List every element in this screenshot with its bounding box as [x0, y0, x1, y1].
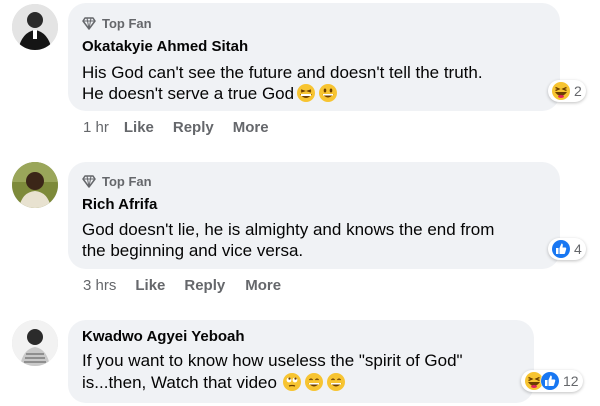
badge-label: Top Fan: [102, 16, 152, 31]
reply-button[interactable]: Reply: [184, 277, 225, 294]
comment-text-line: the beginning and vice versa.: [82, 241, 304, 260]
comment-text-line: God doesn't lie, he is almighty and know…: [82, 220, 495, 239]
reaction-summary[interactable]: 2: [548, 80, 586, 102]
grinning-emoji: [318, 83, 338, 103]
comment-text-line: His God can't see the future and doesn't…: [82, 63, 483, 82]
comment-bubble: Top Fan Rich Afrifa God doesn't lie, he …: [68, 162, 560, 269]
diamond-icon: [82, 17, 96, 30]
comment-author[interactable]: Okatakyie Ahmed Sitah: [82, 38, 248, 55]
more-button[interactable]: More: [233, 119, 269, 136]
comment-text-line-wrap: He doesn't serve a true God: [82, 83, 338, 104]
diamond-icon: [82, 175, 96, 188]
comment-actions: 1 hr Like Reply More: [83, 119, 269, 136]
timestamp[interactable]: 1 hr: [83, 119, 109, 136]
reaction-count: 12: [563, 373, 579, 389]
comment-bubble: Top Fan Okatakyie Ahmed Sitah His God ca…: [68, 3, 560, 111]
reaction-summary[interactable]: 12: [521, 370, 583, 392]
top-fan-badge: Top Fan: [82, 174, 152, 189]
comment-text-line-wrap: is...then, Watch that video: [82, 372, 346, 393]
reply-button[interactable]: Reply: [173, 119, 214, 136]
grinning-emoji: [304, 372, 324, 392]
more-button[interactable]: More: [245, 277, 281, 294]
like-button[interactable]: Like: [124, 119, 154, 136]
comment-text-line: is...then, Watch that video: [82, 373, 277, 392]
badge-label: Top Fan: [102, 174, 152, 189]
avatar[interactable]: [12, 4, 58, 50]
grinning-emoji: [326, 372, 346, 392]
reaction-summary[interactable]: 4: [548, 238, 586, 260]
comment-actions: 3 hrs Like Reply More: [83, 277, 281, 294]
like-reaction-icon: [540, 371, 560, 391]
grinning-squint-emoji: [296, 83, 316, 103]
like-button[interactable]: Like: [135, 277, 165, 294]
top-fan-badge: Top Fan: [82, 16, 152, 31]
comment-text-line: If you want to know how useless the "spi…: [82, 351, 463, 370]
comment-text-line: He doesn't serve a true God: [82, 84, 295, 103]
avatar[interactable]: [12, 320, 58, 366]
haha-reaction-icon: [551, 81, 571, 101]
comment-author[interactable]: Rich Afrifa: [82, 196, 157, 213]
comment-bubble: Kwadwo Agyei Yeboah If you want to know …: [68, 320, 534, 403]
reaction-count: 2: [574, 83, 582, 99]
reaction-count: 4: [574, 241, 582, 257]
comment-author[interactable]: Kwadwo Agyei Yeboah: [82, 328, 245, 345]
rolling-eyes-emoji: [282, 372, 302, 392]
like-reaction-icon: [551, 239, 571, 259]
timestamp[interactable]: 3 hrs: [83, 277, 116, 294]
avatar[interactable]: [12, 162, 58, 208]
